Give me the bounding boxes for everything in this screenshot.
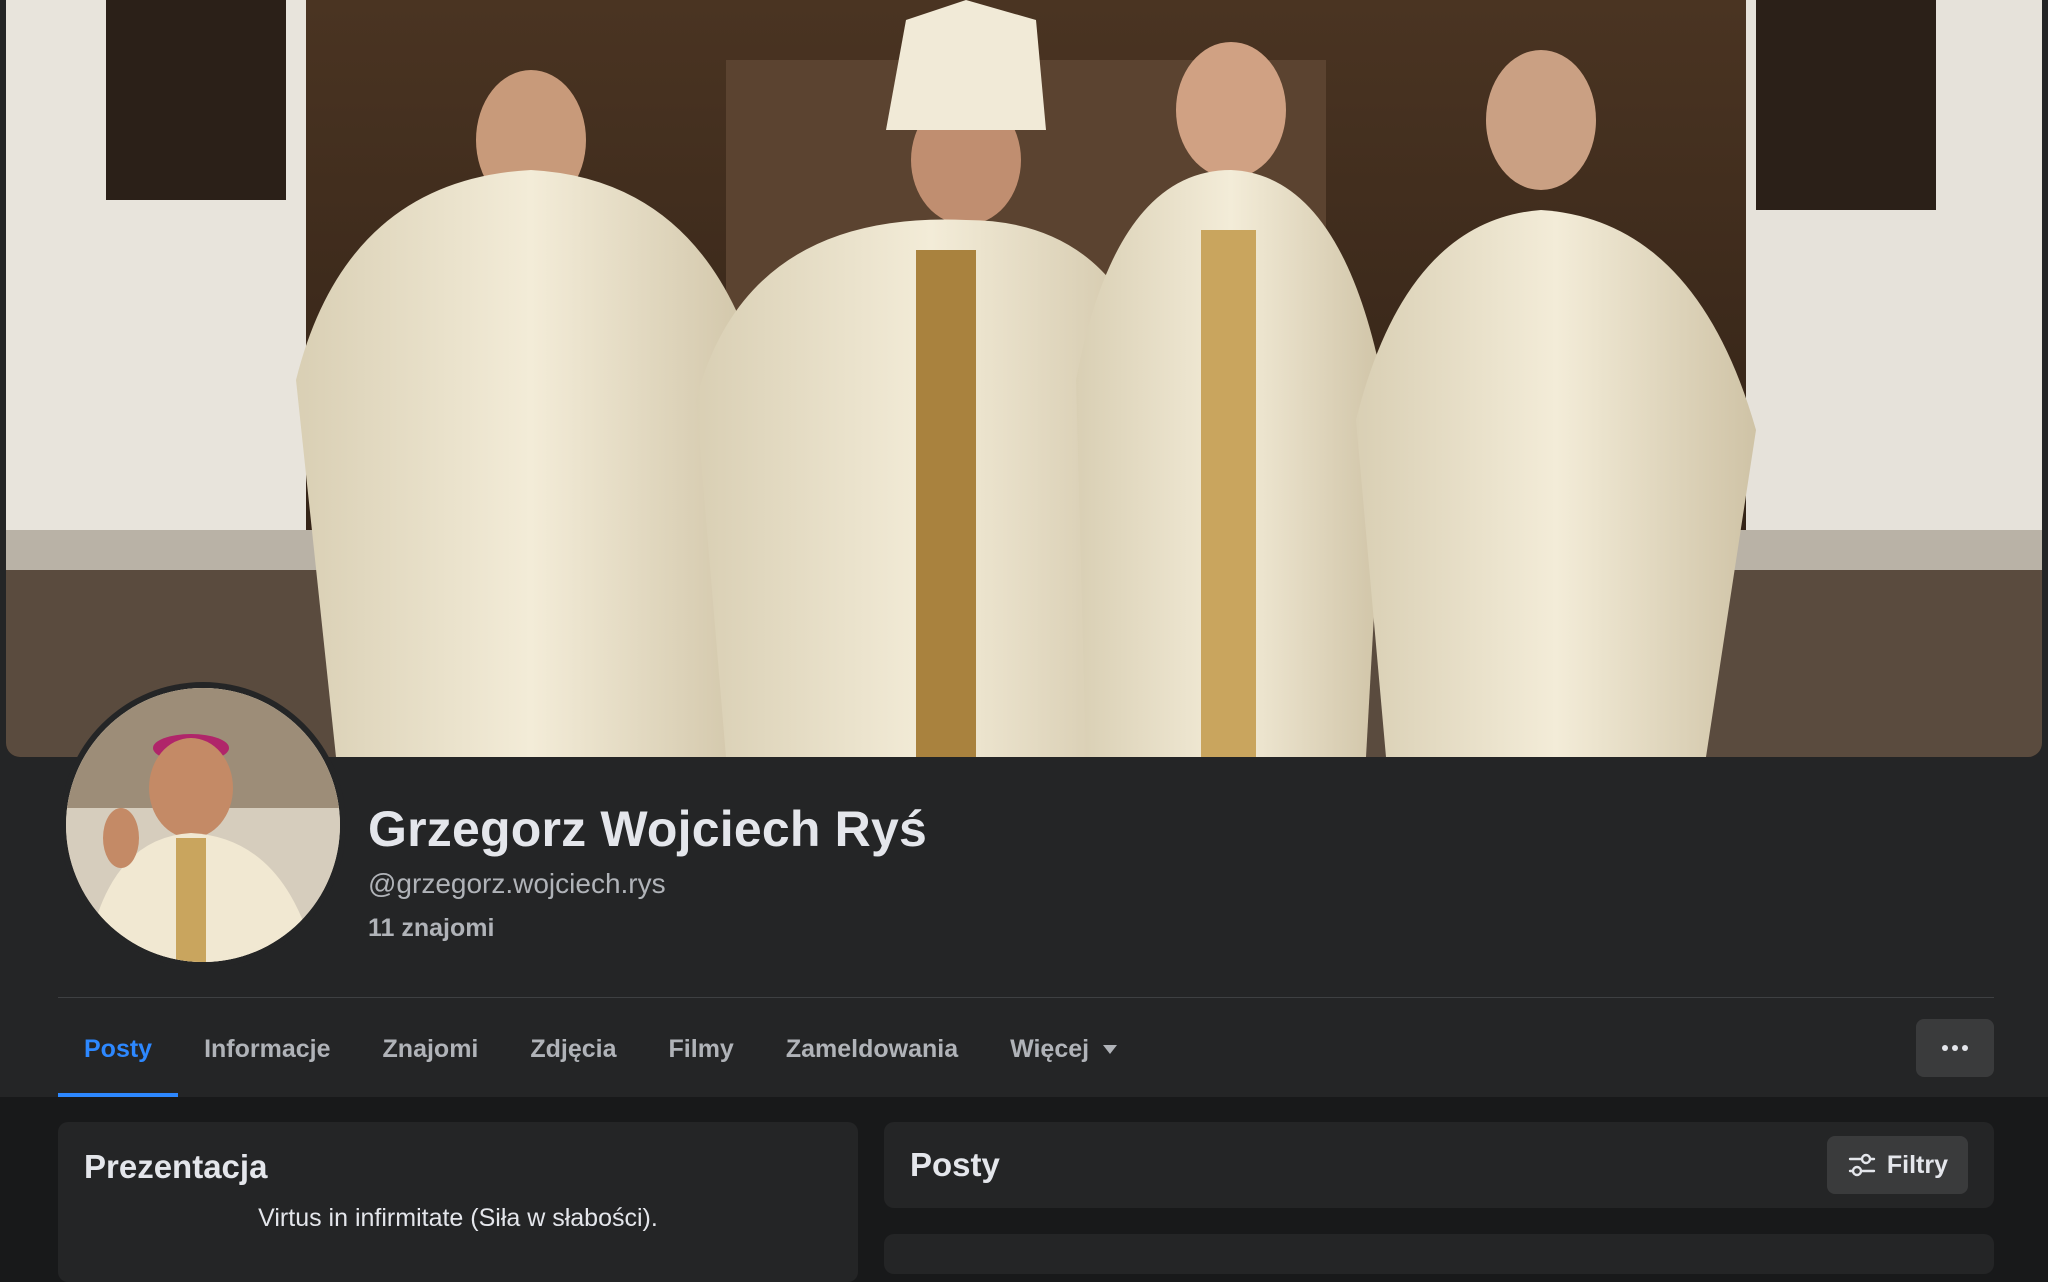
tab-videos[interactable]: Filmy (643, 1005, 760, 1097)
cover-photo[interactable] (6, 0, 2042, 757)
sliders-icon (1848, 1153, 1876, 1177)
profile-name: Grzegorz Wojciech Ryś (368, 801, 927, 857)
posts-header-card: Posty Filtry (884, 1122, 1994, 1208)
tab-friends[interactable]: Znajomi (357, 1005, 505, 1097)
tab-check-ins[interactable]: Zameldowania (760, 1005, 984, 1097)
profile-handle: @grzegorz.wojciech.rys (368, 868, 666, 899)
tab-more-label: Więcej (1010, 1034, 1090, 1063)
cover-photo-image (6, 0, 2042, 757)
intro-card: Prezentacja Virtus in infirmitate (Siła … (58, 1122, 858, 1282)
profile-avatar[interactable] (66, 688, 340, 962)
ellipsis-dot (1962, 1045, 1968, 1051)
filters-label: Filtry (1886, 1150, 1948, 1179)
ellipsis-dot (1952, 1045, 1958, 1051)
tab-posts[interactable]: Posty (58, 1005, 179, 1097)
intro-bio: Virtus in infirmitate (Siła w słabości). (258, 1204, 658, 1232)
post-card (884, 1234, 1994, 1274)
tab-more[interactable]: Więcej (984, 1005, 1143, 1097)
avatar-image (66, 688, 340, 962)
posts-title: Posty (910, 1146, 1000, 1183)
filters-button[interactable]: Filtry (1826, 1136, 1968, 1194)
friends-count[interactable]: 11 znajomi (368, 914, 494, 943)
profile-tabs: Posty Informacje Znajomi Zdjęcia Filmy Z… (58, 1005, 1143, 1097)
ellipsis-icon (1942, 1045, 1948, 1051)
header-divider (58, 997, 1994, 998)
intro-title: Prezentacja (84, 1148, 268, 1185)
more-options-button[interactable] (1916, 1019, 1994, 1077)
tab-photos[interactable]: Zdjęcia (504, 1005, 642, 1097)
caret-down-icon (1103, 1044, 1118, 1054)
tab-about[interactable]: Informacje (178, 1005, 356, 1097)
